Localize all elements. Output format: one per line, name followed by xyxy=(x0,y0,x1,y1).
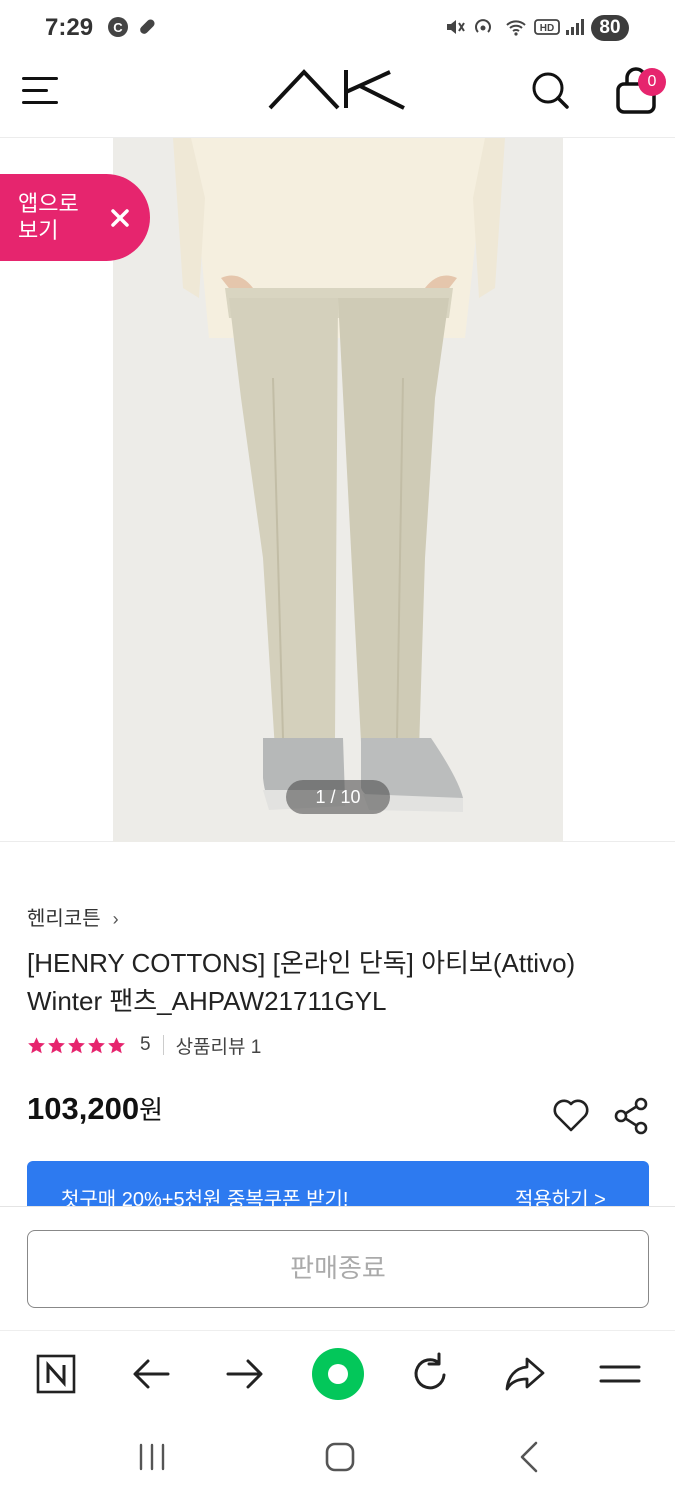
home-circle-icon[interactable] xyxy=(311,1347,365,1401)
site-header xyxy=(0,56,675,138)
search-icon[interactable] xyxy=(530,70,570,110)
ak-logo[interactable] xyxy=(268,68,408,110)
hd-icon: HD xyxy=(534,19,560,35)
product-photo-illustration xyxy=(113,138,563,842)
price-value: 103,200 xyxy=(27,1091,140,1126)
system-navigation-bar xyxy=(0,1415,675,1500)
menu-icon-line xyxy=(22,101,58,104)
menu-icon[interactable] xyxy=(595,1349,645,1399)
share-icon[interactable] xyxy=(612,1096,650,1136)
home-icon[interactable] xyxy=(320,1437,360,1477)
rating-stars xyxy=(27,1036,126,1055)
reload-icon[interactable] xyxy=(406,1349,456,1399)
hotspot-icon xyxy=(475,19,491,33)
star-icon xyxy=(108,1036,125,1053)
star-icon xyxy=(28,1036,45,1053)
coupon-text: 첫구매 20%+5천원 중복쿠폰 받기! xyxy=(61,1189,349,1206)
back-arrow-icon[interactable] xyxy=(126,1349,176,1399)
chevron-right-icon: › xyxy=(112,909,119,929)
svg-text:HD: HD xyxy=(540,23,554,34)
coupon-apply-link[interactable]: 적용하기 > xyxy=(515,1183,606,1206)
status-bar: 7:29 C HD 80 xyxy=(0,0,675,56)
cart-count-badge: 0 xyxy=(638,68,666,96)
open-in-app-banner[interactable]: 앱으로 보기 xyxy=(0,174,150,261)
naver-icon[interactable] xyxy=(31,1349,81,1399)
product-rating[interactable]: 5 상품리뷰 1 xyxy=(27,1032,261,1058)
star-icon xyxy=(88,1036,105,1053)
purchase-action-bar: 판매종료 xyxy=(0,1206,675,1330)
brand-name[interactable]: 헨리코튼 xyxy=(27,908,101,930)
c-badge-icon: C xyxy=(108,17,128,37)
signal-icon xyxy=(566,19,584,35)
rating-score: 5 xyxy=(140,1034,151,1055)
close-icon[interactable] xyxy=(105,203,135,233)
product-price: 103,200원 xyxy=(27,1090,163,1127)
recents-icon[interactable] xyxy=(132,1437,172,1477)
wifi-icon xyxy=(506,20,526,36)
mute-icon xyxy=(447,20,465,34)
browser-toolbar xyxy=(0,1330,675,1415)
menu-icon-line xyxy=(22,89,48,92)
battery-indicator: 80 xyxy=(591,15,629,41)
price-unit: 원 xyxy=(139,1095,163,1125)
forward-arrow-icon[interactable] xyxy=(220,1349,270,1399)
svg-text:C: C xyxy=(113,20,123,35)
first-purchase-coupon-banner[interactable]: 첫구매 20%+5천원 중복쿠폰 받기! 적용하기 > xyxy=(27,1161,649,1206)
share-arrow-icon[interactable] xyxy=(500,1349,550,1399)
product-title: [HENRY COTTONS] [온라인 단독] 아티보(Attivo) Win… xyxy=(27,948,576,1016)
star-icon xyxy=(48,1036,65,1053)
pill-icon xyxy=(140,19,155,34)
review-count-link[interactable]: 상품리뷰 1 xyxy=(176,1032,262,1059)
sold-out-button[interactable]: 판매종료 xyxy=(27,1230,649,1308)
menu-icon xyxy=(22,77,58,80)
star-icon xyxy=(68,1036,85,1053)
back-icon[interactable] xyxy=(510,1437,550,1477)
brand-link[interactable]: 헨리코튼 › xyxy=(27,902,119,931)
gallery-counter: 1 / 10 xyxy=(286,780,390,814)
open-in-app-label[interactable]: 앱으로 보기 xyxy=(18,190,98,244)
heart-icon[interactable] xyxy=(551,1096,591,1134)
status-time: 7:29 xyxy=(45,14,94,41)
menu-button[interactable] xyxy=(22,74,58,108)
product-photo[interactable] xyxy=(113,138,563,842)
divider xyxy=(162,1035,164,1055)
